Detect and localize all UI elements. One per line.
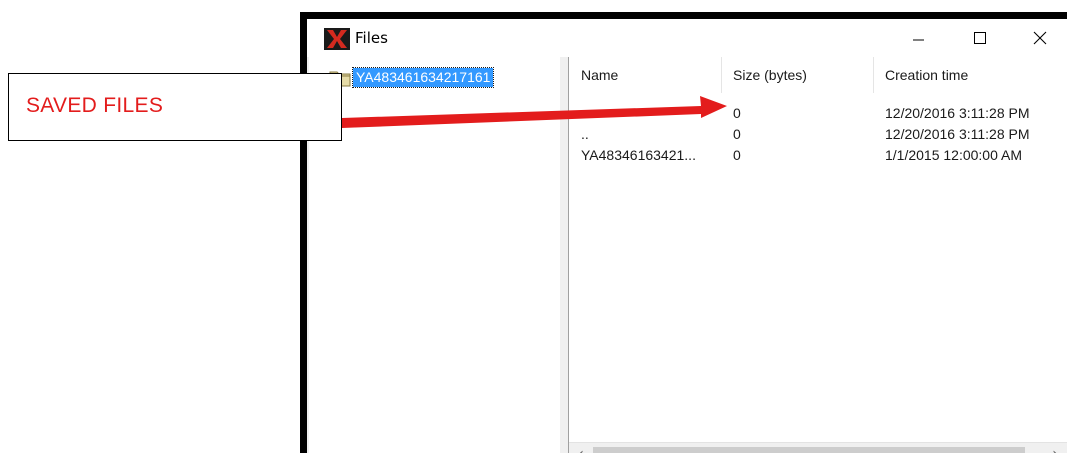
window-content: YA483461634217161 Name Size (bytes) Crea… [307,57,1067,453]
close-icon [1033,31,1047,45]
window-title: Files [355,29,388,47]
scroll-thumb[interactable] [593,447,1025,453]
maximize-button[interactable] [957,19,1003,57]
column-header-size[interactable]: Size (bytes) [733,57,807,93]
tree-item-folder[interactable]: YA483461634217161 [351,67,495,88]
name-cell: .. [581,126,589,142]
pane-splitter[interactable] [560,57,568,453]
column-header-creation-time[interactable]: Creation time [885,57,968,93]
annotation-callout-box: SAVED FILES [8,73,342,141]
scroll-right-button[interactable]: › [1045,443,1065,453]
table-row[interactable]: .. 0 12/20/2016 3:11:28 PM [569,125,1067,144]
folder-tree[interactable]: YA483461634217161 [309,57,561,453]
minimize-button[interactable] [895,19,941,57]
size-cell: 0 [733,126,741,142]
file-list[interactable]: Name Size (bytes) Creation time 0 12/20/… [568,57,1067,453]
maximize-icon [974,32,986,44]
title-bar[interactable]: Files [307,19,1067,57]
scroll-left-button[interactable]: ‹ [571,443,591,453]
size-cell: 0 [733,147,741,163]
annotation-label: SAVED FILES [26,94,164,117]
column-header-name[interactable]: Name [581,57,618,93]
name-cell: YA48346163421... [581,147,696,163]
x-app-icon [324,28,350,50]
table-row[interactable]: YA48346163421... 0 1/1/2015 12:00:00 AM [569,146,1067,165]
files-window: Files YA483461634217161 Name Size (bytes… [300,12,1067,453]
horizontal-scrollbar[interactable]: ‹ › [569,442,1067,453]
column-divider[interactable] [873,57,874,93]
creation-time-cell: 12/20/2016 3:11:28 PM [885,126,1030,142]
table-row[interactable]: 0 12/20/2016 3:11:28 PM [569,104,1067,123]
creation-time-cell: 12/20/2016 3:11:28 PM [885,105,1030,121]
minimize-icon [913,39,924,41]
creation-time-cell: 1/1/2015 12:00:00 AM [885,147,1022,163]
size-cell: 0 [733,105,741,121]
close-button[interactable] [1017,19,1063,57]
screenshot-stage: Files YA483461634217161 Name Size (bytes… [0,0,1067,453]
column-divider[interactable] [721,57,722,93]
